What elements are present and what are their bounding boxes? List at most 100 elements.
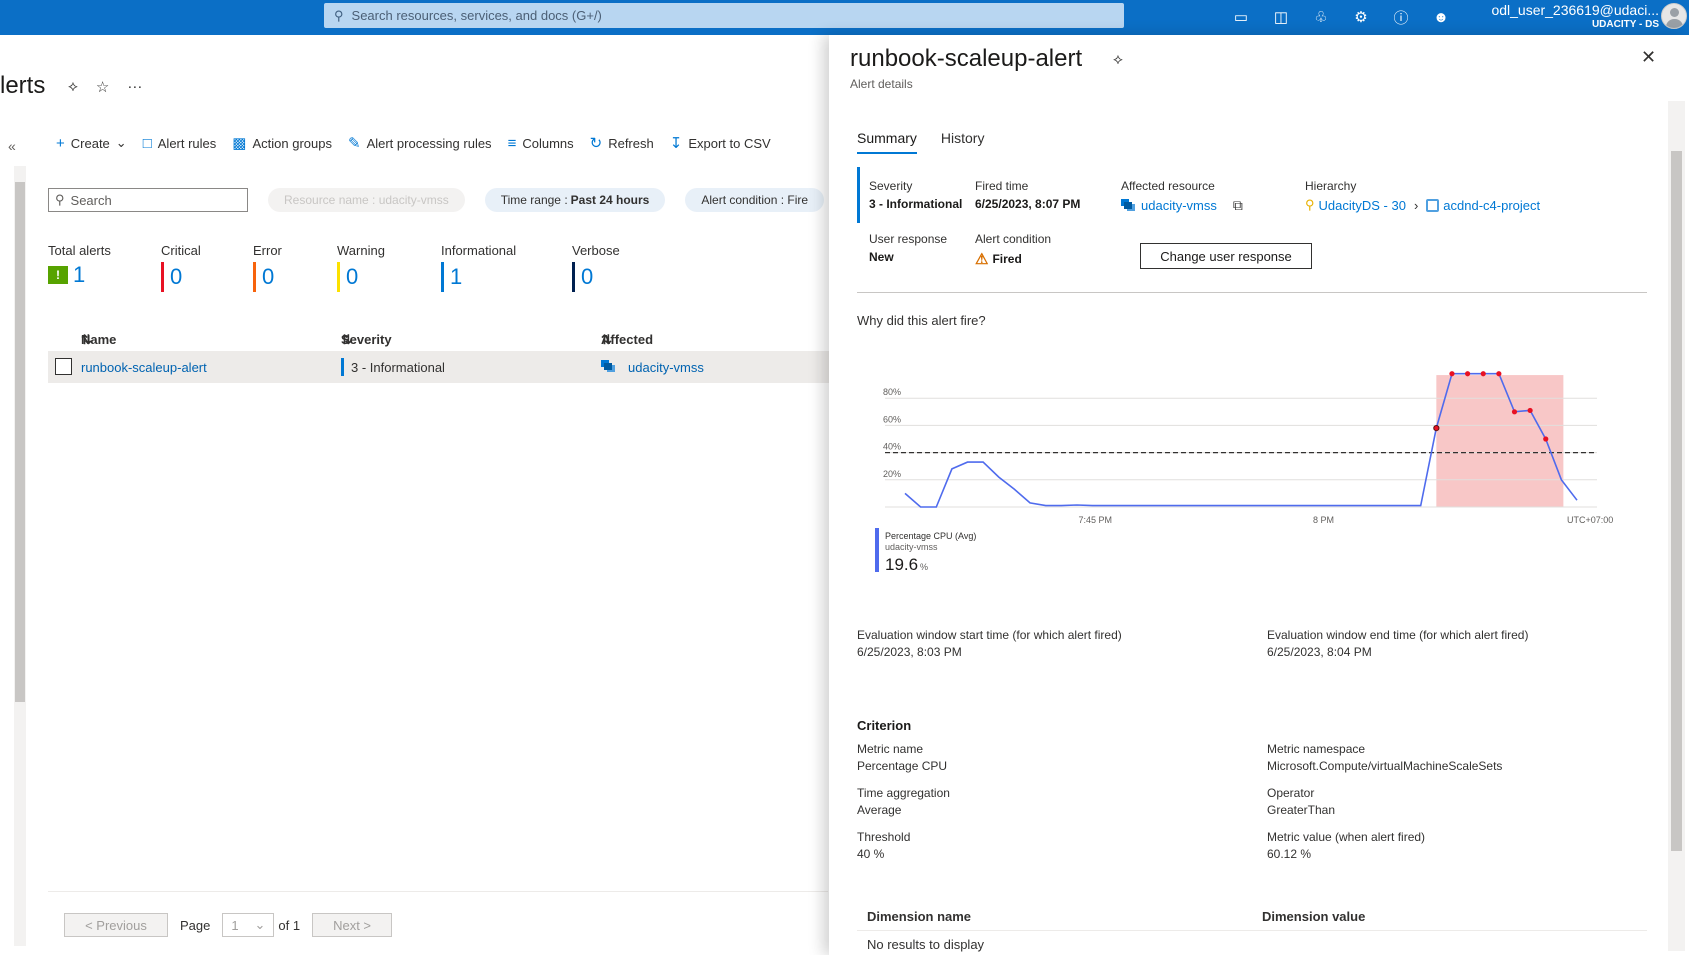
criterion-heading: Criterion bbox=[857, 718, 912, 733]
page-title: lerts bbox=[0, 72, 46, 99]
filter-time-range[interactable]: Time range : Past 24 hours bbox=[484, 188, 666, 212]
row-checkbox[interactable] bbox=[55, 358, 72, 375]
alert-condition-value: Fired bbox=[992, 252, 1022, 266]
change-user-response-button[interactable]: Change user response bbox=[1140, 243, 1312, 269]
field-fired-time: Fired time 6/25/2023, 8:07 PM bbox=[975, 179, 1080, 211]
plus-icon: + bbox=[56, 134, 65, 152]
table-row[interactable]: runbook-scaleup-alert 3 - Informational … bbox=[48, 351, 838, 383]
action-groups-button[interactable]: ▩ Action groups bbox=[232, 134, 332, 152]
panel-scrollbar[interactable] bbox=[1668, 101, 1685, 951]
next-page-button[interactable]: Next > bbox=[312, 913, 393, 937]
hierarchy-path: ⚲ UdacityDS - 30 › acdnd-c4-project bbox=[1305, 197, 1540, 213]
dimension-value-header: Dimension value bbox=[1262, 909, 1366, 924]
chevron-down-icon: ⌄ bbox=[254, 917, 266, 932]
global-search-placeholder: Search resources, services, and docs (G+… bbox=[351, 8, 602, 23]
left-scrollbar-thumb[interactable] bbox=[15, 182, 25, 702]
filter-alert-condition[interactable]: Alert condition : Fire bbox=[685, 188, 825, 212]
count-verbose-label: Verbose bbox=[572, 243, 620, 258]
threshold-label: Threshold bbox=[857, 830, 911, 844]
hierarchy-resource-group-link[interactable]: acdnd-c4-project bbox=[1443, 198, 1540, 213]
close-icon[interactable]: ✕ bbox=[1641, 47, 1656, 68]
eval-end-label: Evaluation window end time (for which al… bbox=[1267, 628, 1529, 642]
search-icon: ⚲ bbox=[55, 192, 65, 207]
filter-resource-name-text: Resource name : udacity-vmss bbox=[284, 193, 449, 207]
fired-time-value: 6/25/2023, 8:07 PM bbox=[975, 197, 1081, 211]
alert-point bbox=[1449, 371, 1455, 377]
page-select-value: 1 bbox=[231, 917, 239, 933]
tab-summary[interactable]: Summary bbox=[857, 130, 917, 154]
avatar[interactable] bbox=[1661, 3, 1687, 29]
count-error-value: 0 bbox=[262, 264, 275, 289]
row-alert-name-link[interactable]: runbook-scaleup-alert bbox=[81, 360, 207, 375]
affected-resource-link[interactable]: udacity-vmss ⧉ bbox=[1121, 197, 1243, 214]
cloud-shell-icon[interactable]: ▭ bbox=[1230, 6, 1252, 28]
refresh-button[interactable]: ↻ Refresh bbox=[590, 134, 654, 152]
collapse-sidebar-icon[interactable]: « bbox=[8, 138, 16, 154]
alert-processing-rules-button[interactable]: ✎ Alert processing rules bbox=[348, 134, 492, 152]
alert-point bbox=[1496, 371, 1502, 377]
create-button[interactable]: + Create ⌄ bbox=[56, 135, 127, 152]
count-critical[interactable]: Critical 0 bbox=[161, 243, 253, 292]
directory-filter-icon[interactable]: ◫ bbox=[1270, 6, 1292, 28]
field-user-response: User response New bbox=[869, 232, 947, 264]
sort-icon: ⇅ bbox=[601, 332, 612, 347]
columns-label: Columns bbox=[522, 135, 574, 151]
alert-point bbox=[1543, 436, 1549, 442]
count-verbose-value: 0 bbox=[581, 264, 594, 289]
hierarchy-label: Hierarchy bbox=[1305, 179, 1357, 193]
feedback-icon[interactable]: ☻ bbox=[1430, 6, 1452, 28]
severity-accent-bar bbox=[857, 167, 860, 223]
top-icons-group: ▭ ◫ ♧ ⚙ ⓘ ☻ bbox=[1230, 6, 1452, 28]
count-total-label: Total alerts bbox=[48, 243, 111, 258]
count-verbose[interactable]: Verbose 0 bbox=[572, 243, 662, 292]
verbose-bar bbox=[572, 262, 575, 292]
favorite-star-icon[interactable]: ☆ bbox=[96, 78, 109, 96]
operator-label: Operator bbox=[1267, 786, 1315, 800]
count-error-label: Error bbox=[253, 243, 282, 258]
notifications-icon[interactable]: ♧ bbox=[1310, 6, 1332, 28]
alert-condition-label: Alert condition bbox=[975, 232, 1052, 246]
count-error[interactable]: Error 0 bbox=[253, 243, 337, 292]
global-search-input[interactable]: ⚲ Search resources, services, and docs (… bbox=[324, 3, 1124, 28]
field-hierarchy: Hierarchy ⚲ UdacityDS - 30 › acdnd-c4-pr… bbox=[1305, 179, 1540, 213]
page-select[interactable]: 1 ⌄ bbox=[222, 913, 275, 937]
user-response-label: User response bbox=[869, 232, 948, 246]
export-csv-button[interactable]: ↧ Export to CSV bbox=[670, 134, 771, 152]
timezone-label: UTC+07:00 bbox=[1567, 515, 1613, 525]
previous-page-button[interactable]: < Previous bbox=[64, 913, 168, 937]
count-total[interactable]: Total alerts ! 1 bbox=[48, 243, 161, 292]
y-tick-label: 60% bbox=[883, 414, 901, 424]
more-options-icon[interactable]: ··· bbox=[127, 78, 142, 96]
account-menu[interactable]: odl_user_236619@udaci... UDACITY - DS bbox=[1491, 2, 1659, 30]
help-icon[interactable]: ⓘ bbox=[1390, 6, 1412, 28]
field-alert-condition: Alert condition ⚠ Fired bbox=[975, 232, 1051, 268]
download-icon: ↧ bbox=[669, 135, 683, 152]
panel-scrollbar-thumb[interactable] bbox=[1671, 151, 1682, 851]
title-actions: ⟡ ☆ ··· bbox=[68, 78, 142, 96]
left-scrollbar[interactable] bbox=[14, 166, 26, 946]
count-warning[interactable]: Warning 0 bbox=[337, 243, 441, 292]
pin-icon[interactable]: ⟡ bbox=[68, 78, 78, 96]
row-severity: 3 - Informational bbox=[351, 360, 445, 375]
tab-history[interactable]: History bbox=[941, 130, 985, 154]
user-name: odl_user_236619@udaci... bbox=[1491, 2, 1659, 18]
alerts-search-input[interactable]: ⚲ Search bbox=[48, 188, 248, 212]
crit-metric-namespace: Metric namespace Microsoft.Compute/virtu… bbox=[1267, 742, 1502, 773]
filter-resource-name[interactable]: Resource name : udacity-vmss bbox=[268, 188, 465, 212]
severity-bar bbox=[341, 358, 344, 376]
columns-button[interactable]: ≡ Columns bbox=[508, 135, 574, 152]
alert-rules-button[interactable]: □ Alert rules bbox=[143, 135, 217, 152]
severity-label: Severity bbox=[869, 179, 913, 193]
alert-processing-label: Alert processing rules bbox=[366, 135, 492, 151]
warning-bar bbox=[337, 262, 340, 292]
copy-icon[interactable]: ⧉ bbox=[1233, 197, 1243, 214]
settings-icon[interactable]: ⚙ bbox=[1350, 6, 1372, 28]
alert-processing-icon: ✎ bbox=[347, 135, 361, 152]
crit-threshold: Threshold 40 % bbox=[857, 830, 910, 861]
metric-name-value: Percentage CPU bbox=[857, 759, 948, 773]
filter-bar: ⚲ Search Resource name : udacity-vmss Ti… bbox=[48, 188, 825, 212]
hierarchy-subscription-link[interactable]: UdacityDS - 30 bbox=[1319, 198, 1406, 213]
pin-icon[interactable]: ⟡ bbox=[1113, 51, 1123, 68]
row-resource-link[interactable]: udacity-vmss bbox=[628, 360, 704, 375]
count-informational[interactable]: Informational 1 bbox=[441, 243, 572, 292]
